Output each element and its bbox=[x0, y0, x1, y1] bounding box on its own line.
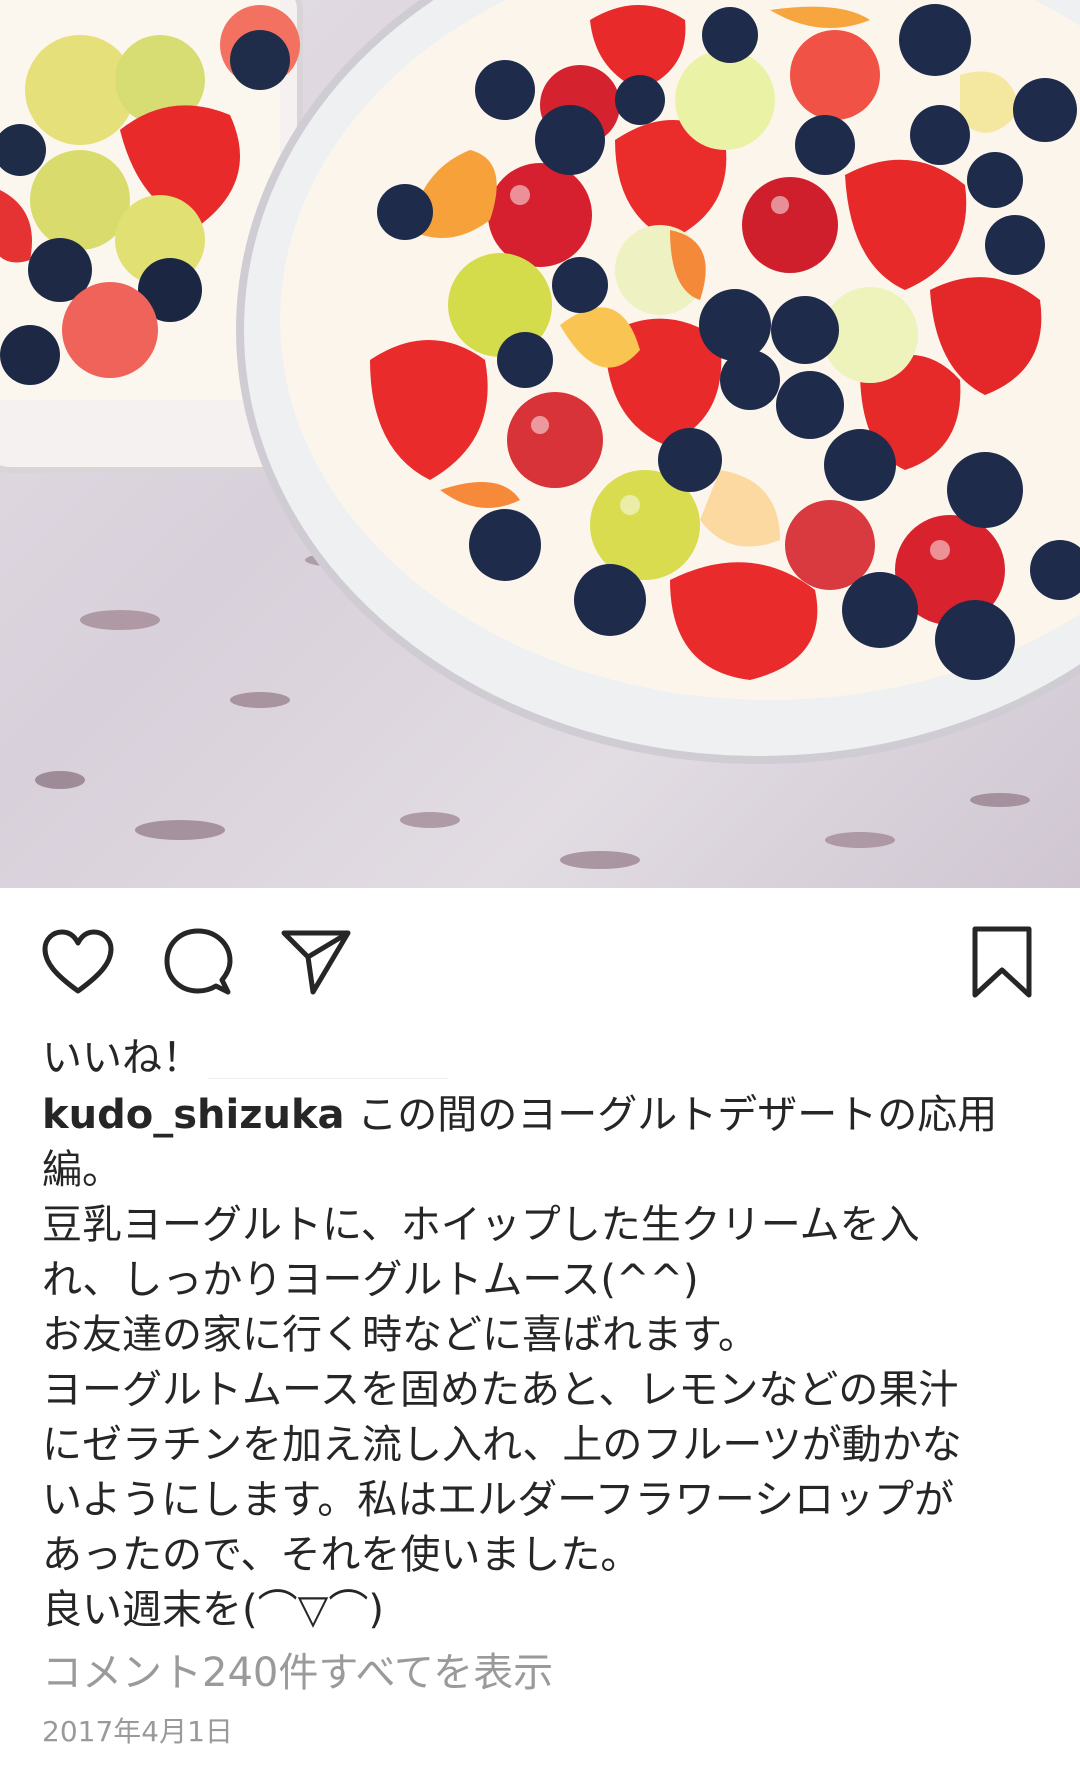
caption-text: いようにします。私はエルダーフラワーシロップが bbox=[42, 1477, 954, 1523]
likes-row[interactable]: いいね！ bbox=[42, 1030, 448, 1086]
likes-label: いいね！ bbox=[42, 1035, 202, 1081]
caption-text: 編。 bbox=[42, 1147, 122, 1193]
comment-button[interactable] bbox=[158, 922, 238, 1002]
post-date: 2017年4月1日 bbox=[42, 1715, 233, 1748]
caption-text: この間のヨーグルトデザートの応用 bbox=[357, 1092, 998, 1138]
like-button[interactable] bbox=[38, 922, 118, 1002]
username-link[interactable]: kudo_shizuka bbox=[42, 1092, 345, 1138]
caption-first-line: kudo_shizuka この間のヨーグルトデザートの応用 bbox=[42, 1088, 1042, 1143]
post-action-bar bbox=[0, 900, 1080, 1020]
caption-text: あったので、それを使いました。 bbox=[42, 1532, 641, 1578]
send-icon bbox=[281, 930, 351, 995]
post-caption: kudo_shizuka この間のヨーグルトデザートの応用 編。 豆乳ヨーグルト… bbox=[42, 1088, 1042, 1638]
heart-icon bbox=[42, 929, 114, 994]
comment-icon bbox=[164, 928, 233, 995]
caption-text: れ、しっかりヨーグルトムース(^^) bbox=[42, 1257, 699, 1303]
bookmark-icon bbox=[972, 926, 1032, 998]
fruit-dessert-image bbox=[0, 0, 1080, 869]
caption-text: 豆乳ヨーグルトに、ホイップした生クリームを入 bbox=[42, 1202, 920, 1248]
post-photo[interactable] bbox=[0, 0, 1080, 888]
caption-text: 良い週末を(⌒▽⌒) bbox=[42, 1587, 384, 1633]
view-all-comments-link[interactable]: コメント240件すべてを表示 bbox=[42, 1645, 553, 1701]
save-button[interactable] bbox=[962, 922, 1042, 1002]
caption-text: にゼラチンを加え流し入れ、上のフルーツが動かな bbox=[42, 1422, 962, 1468]
caption-text: お友達の家に行く時などに喜ばれます。 bbox=[42, 1312, 758, 1358]
share-button[interactable] bbox=[276, 922, 356, 1002]
caption-text: ヨーグルトムースを固めたあと、レモンなどの果汁 bbox=[42, 1367, 959, 1413]
likes-count-redacted bbox=[208, 1038, 448, 1079]
